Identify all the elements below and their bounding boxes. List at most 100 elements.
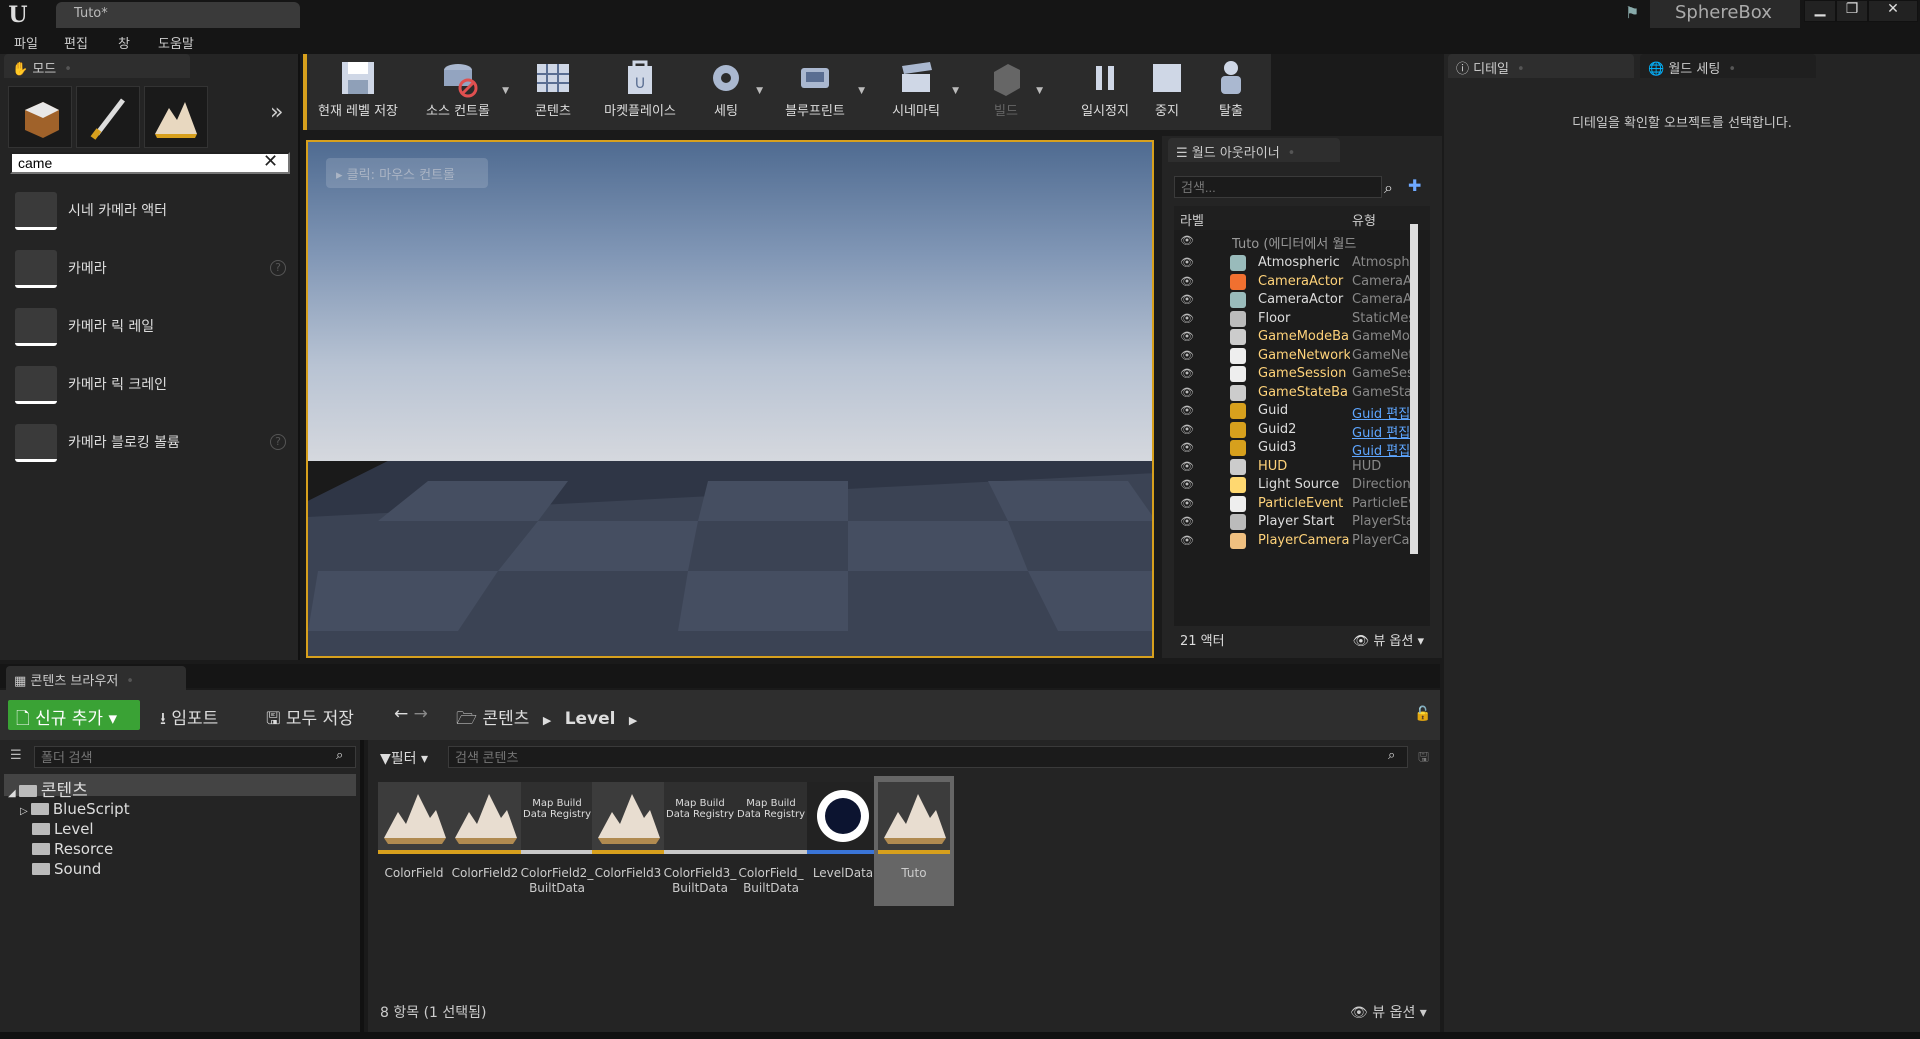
- visibility-eye-icon[interactable]: 👁: [1180, 441, 1194, 454]
- tab-close-icon[interactable]: •: [1517, 62, 1525, 77]
- actor-type: GameSes: [1352, 366, 1414, 381]
- actor-type-icon: [1230, 366, 1246, 382]
- asset-name: Tuto: [901, 866, 927, 880]
- visibility-eye-icon[interactable]: 👁: [1180, 423, 1194, 436]
- help-icon[interactable]: ?: [270, 260, 286, 276]
- visibility-eye-icon[interactable]: 👁: [1180, 234, 1194, 247]
- tab-close-icon[interactable]: •: [1288, 146, 1296, 161]
- asset-search-input[interactable]: [448, 746, 1408, 768]
- outliner-scrollbar[interactable]: [1410, 224, 1418, 554]
- marketplace-button[interactable]: U 마켓플레이스: [597, 58, 683, 128]
- view-options-button[interactable]: 👁 뷰 옵션 ▾: [1353, 630, 1424, 649]
- eject-button[interactable]: 탈출: [1209, 58, 1253, 128]
- menu-window[interactable]: 창: [118, 33, 130, 52]
- visibility-eye-icon[interactable]: 👁: [1180, 367, 1194, 380]
- asset-tile[interactable]: Tuto: [874, 776, 954, 906]
- tab-close-icon[interactable]: •: [64, 62, 72, 77]
- visibility-eye-icon[interactable]: 👁: [1180, 386, 1194, 399]
- pause-button[interactable]: 일시정지: [1075, 58, 1135, 128]
- modes-search-input[interactable]: [10, 152, 290, 174]
- tree-item-content[interactable]: ◢ 콘텐츠: [8, 776, 88, 801]
- visibility-eye-icon[interactable]: 👁: [1180, 293, 1194, 306]
- modes-tab[interactable]: ✋ 모드 •: [4, 54, 190, 78]
- outliner-search-input[interactable]: [1174, 176, 1382, 198]
- asset-tile[interactable]: Map Build Data Registry ColorField_ Built…: [731, 776, 811, 906]
- source-control-button[interactable]: 소스 컨트롤 ▼: [419, 58, 509, 128]
- place-item-camera-rail[interactable]: 카메라 릭 레일: [12, 304, 292, 348]
- asset-tile[interactable]: Map Build Data Registry ColorField2_ Buil…: [517, 776, 597, 906]
- blueprint-button[interactable]: 블루프린트 ▼: [777, 58, 865, 128]
- more-modes-icon[interactable]: »: [270, 100, 283, 125]
- world-settings-tab[interactable]: 🌐 월드 세팅 •: [1640, 54, 1816, 78]
- clear-search-icon[interactable]: ✕: [263, 151, 278, 172]
- visibility-eye-icon[interactable]: 👁: [1180, 478, 1194, 491]
- visibility-eye-icon[interactable]: 👁: [1180, 275, 1194, 288]
- tree-item-bluescript[interactable]: ▷ BlueScript: [20, 800, 130, 818]
- breadcrumb-level[interactable]: Level: [565, 709, 616, 729]
- breadcrumb-content[interactable]: 콘텐츠: [482, 709, 529, 729]
- folder-search-input[interactable]: [34, 746, 356, 768]
- camera-rail-icon: [15, 308, 57, 346]
- place-item-camera[interactable]: 카메라 ?: [12, 246, 292, 290]
- visibility-eye-icon[interactable]: 👁: [1180, 460, 1194, 473]
- menu-help[interactable]: 도움말: [158, 33, 194, 52]
- visibility-eye-icon[interactable]: 👁: [1180, 330, 1194, 343]
- details-tab[interactable]: ⓘ 디테일 •: [1448, 54, 1634, 78]
- save-search-icon[interactable]: 🖫: [1418, 748, 1429, 770]
- help-icon[interactable]: ?: [270, 434, 286, 450]
- paint-mode-button[interactable]: [76, 86, 140, 148]
- forward-arrow-icon[interactable]: →: [414, 704, 428, 724]
- stop-button[interactable]: 중지: [1147, 58, 1187, 128]
- save-all-button[interactable]: 🖫 모두 저장: [258, 700, 362, 730]
- place-item-camera-crane[interactable]: 카메라 릭 크레인: [12, 362, 292, 406]
- tree-toggle-icon[interactable]: ☰: [10, 748, 22, 763]
- settings-icon: [713, 65, 739, 91]
- content-browser-tab[interactable]: ▦ 콘텐츠 브라우저 •: [6, 666, 186, 690]
- visibility-eye-icon[interactable]: 👁: [1180, 515, 1194, 528]
- visibility-eye-icon[interactable]: 👁: [1180, 256, 1194, 269]
- close-button[interactable]: ✕: [1868, 0, 1918, 22]
- visibility-eye-icon[interactable]: 👁: [1180, 534, 1194, 547]
- place-item-camera-blocking-volume[interactable]: 카메라 블로킹 볼륨 ?: [12, 420, 292, 464]
- minimize-button[interactable]: ▁: [1804, 0, 1836, 22]
- save-level-button[interactable]: 현재 레벨 저장: [315, 58, 401, 128]
- lock-icon[interactable]: 🔓: [1414, 706, 1431, 722]
- content-button[interactable]: 콘텐츠: [525, 58, 581, 128]
- build-button[interactable]: 빌드 ▼: [981, 58, 1043, 128]
- back-arrow-icon[interactable]: ←: [394, 704, 408, 724]
- actor-type-icon: [1230, 403, 1246, 419]
- outliner-row[interactable]: 👁 PlayerCamera PlayerCa: [1174, 530, 1430, 552]
- tree-item-sound[interactable]: Sound: [32, 860, 101, 878]
- tab-close-icon[interactable]: •: [1728, 62, 1736, 77]
- view-options-button[interactable]: 👁 뷰 옵션 ▾: [1350, 1002, 1427, 1022]
- tree-item-level[interactable]: Level: [32, 820, 94, 838]
- cinematics-button[interactable]: 시네마틱 ▼: [885, 58, 959, 128]
- column-header-label[interactable]: 라벨: [1174, 206, 1346, 230]
- actor-type-icon: [1230, 458, 1246, 475]
- document-tab[interactable]: Tuto*: [56, 2, 300, 28]
- visibility-eye-icon[interactable]: 👁: [1180, 349, 1194, 362]
- menu-file[interactable]: 파일: [14, 33, 38, 52]
- place-item-cine-camera[interactable]: 시네 카메라 액터: [12, 188, 292, 232]
- visibility-eye-icon[interactable]: 👁: [1180, 312, 1194, 325]
- place-mode-button[interactable]: [8, 86, 72, 148]
- history-nav[interactable]: ← →: [386, 700, 436, 730]
- tree-item-resorce[interactable]: Resorce: [32, 840, 113, 858]
- menu-edit[interactable]: 편집: [64, 33, 88, 52]
- outliner-root-row[interactable]: 👁 Tuto (에디터에서 월드: [1174, 230, 1430, 252]
- asset-tile[interactable]: LevelData: [803, 776, 883, 906]
- tab-close-icon[interactable]: •: [126, 674, 134, 689]
- level-viewport[interactable]: ▸ 클릭: 마우스 컨트롤: [306, 140, 1154, 658]
- world-settings-tab-label: 월드 세팅: [1668, 62, 1721, 77]
- visibility-eye-icon[interactable]: 👁: [1180, 497, 1194, 510]
- maximize-button[interactable]: ❐: [1836, 0, 1868, 22]
- filter-button[interactable]: ▼필터 ▾: [376, 746, 440, 768]
- import-button[interactable]: ⭳ 임포트: [152, 700, 226, 730]
- landscape-mode-button[interactable]: [144, 86, 208, 148]
- outliner-tab[interactable]: ☰ 월드 아웃라이너 •: [1168, 138, 1340, 162]
- visibility-eye-icon[interactable]: 👁: [1180, 404, 1194, 417]
- settings-button[interactable]: 세팅 ▼: [701, 58, 763, 128]
- add-actor-icon[interactable]: ✚: [1408, 176, 1421, 195]
- add-new-button[interactable]: 🗋 신규 추가 ▾: [8, 700, 140, 730]
- asset-tile[interactable]: ColorField: [374, 776, 454, 906]
